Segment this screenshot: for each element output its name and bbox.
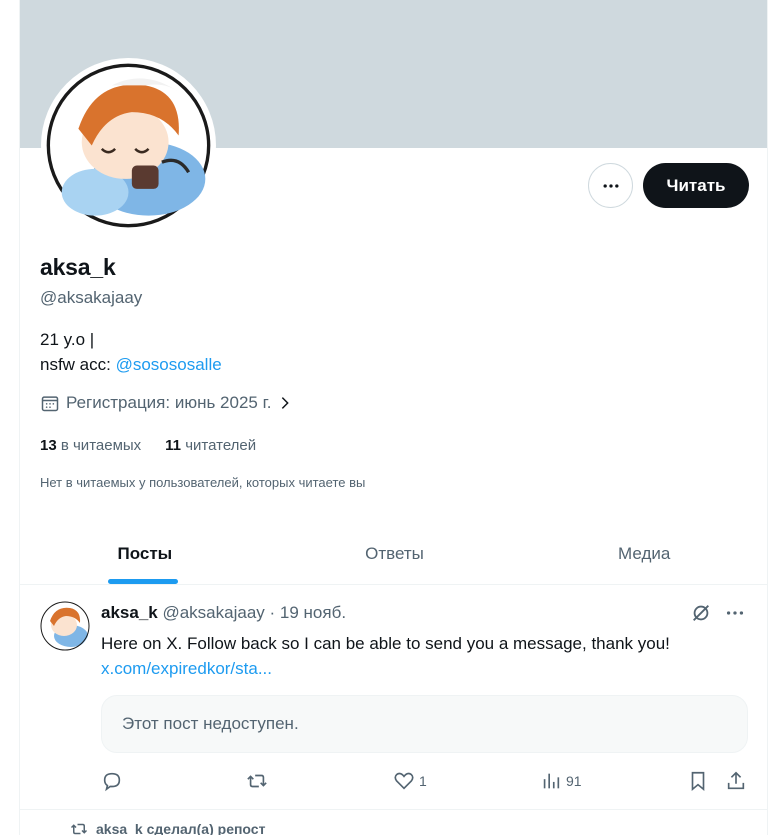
bookmark-button[interactable] bbox=[687, 770, 709, 792]
following-stat[interactable]: 13 в читаемых bbox=[40, 437, 141, 454]
repost-icon bbox=[247, 774, 267, 788]
repost-indicator[interactable]: aksa_k сделал(а) репост bbox=[70, 820, 265, 835]
views-count: 91 bbox=[566, 773, 582, 789]
followers-stat[interactable]: 11 читателей bbox=[165, 437, 256, 454]
calendar-icon bbox=[41, 396, 59, 412]
joined-label: Регистрация: июнь 2025 г. bbox=[66, 393, 272, 412]
bio-mention-link[interactable]: @sosososalle bbox=[116, 355, 222, 374]
bookmark-icon bbox=[691, 771, 705, 792]
tab-posts[interactable]: Посты bbox=[20, 523, 270, 584]
profile-handle: @aksakajaay bbox=[40, 288, 143, 307]
ellipsis-icon[interactable] bbox=[724, 602, 746, 624]
tweet-author-name[interactable]: aksa_k bbox=[101, 603, 158, 622]
following-label: в читаемых bbox=[60, 437, 142, 454]
bio-prefix: nsfw acc: bbox=[40, 355, 116, 374]
tab-replies[interactable]: Ответы bbox=[270, 523, 520, 584]
active-tab-indicator bbox=[108, 579, 178, 584]
more-options-button[interactable] bbox=[588, 163, 633, 208]
followers-label: читателей bbox=[185, 437, 257, 454]
share-icon bbox=[727, 771, 745, 790]
share-button[interactable] bbox=[725, 770, 747, 792]
tweet-link[interactable]: x.com/expiredkor/sta... bbox=[101, 656, 272, 681]
tweet-header: aksa_k @aksakajaay · 19 нояб. bbox=[101, 603, 346, 623]
ellipsis-icon bbox=[603, 183, 618, 188]
grok-icon[interactable] bbox=[690, 602, 712, 624]
tweet-divider bbox=[20, 809, 767, 810]
repost-button[interactable] bbox=[246, 770, 268, 792]
followers-count: 11 bbox=[165, 437, 182, 454]
reply-icon bbox=[103, 772, 121, 792]
like-count: 1 bbox=[419, 773, 427, 789]
tab-media[interactable]: Медиа bbox=[519, 523, 767, 584]
tweet-text: Here on X. Follow back so I can be able … bbox=[101, 634, 670, 653]
profile-name: aksa_k bbox=[40, 254, 116, 280]
not-followed-note: Нет в читаемых у пользователей, которых … bbox=[40, 475, 366, 490]
bio-line-1: 21 y.o | bbox=[40, 330, 95, 349]
following-count: 13 bbox=[40, 437, 57, 454]
bio-line-2: nsfw acc: @sosososalle bbox=[40, 352, 222, 377]
profile-bio: 21 y.o | nsfw acc: @sosososalle bbox=[40, 327, 222, 377]
reply-button[interactable] bbox=[101, 770, 123, 792]
follow-button[interactable]: Читать bbox=[643, 163, 749, 208]
tweet-header-icons bbox=[690, 602, 746, 624]
views-button[interactable]: 91 bbox=[540, 770, 582, 792]
profile-avatar[interactable] bbox=[41, 58, 216, 233]
tweet-actions: 1 91 bbox=[101, 770, 748, 794]
analytics-icon bbox=[543, 773, 560, 789]
like-button[interactable]: 1 bbox=[393, 770, 427, 792]
chevron-right-icon bbox=[282, 397, 290, 409]
repost-icon bbox=[70, 823, 88, 835]
profile-stats: 13 в читаемых 11 читателей bbox=[40, 437, 256, 454]
unavailable-post-card: Этот пост недоступен. bbox=[101, 695, 748, 753]
tweet-date[interactable]: · 19 нояб. bbox=[270, 603, 347, 622]
tweet-author-handle[interactable]: @aksakajaay bbox=[162, 603, 264, 622]
heart-icon bbox=[394, 772, 414, 790]
profile-column: Читать aksa_k @aksakajaay 21 y.o | nsfw … bbox=[19, 0, 768, 835]
repost-note: aksa_k сделал(а) репост bbox=[96, 821, 266, 835]
tweet-author-avatar[interactable] bbox=[40, 601, 90, 651]
joined-date[interactable]: Регистрация: июнь 2025 г. bbox=[40, 393, 293, 413]
profile-tabs: Посты Ответы Медиа bbox=[20, 523, 767, 585]
